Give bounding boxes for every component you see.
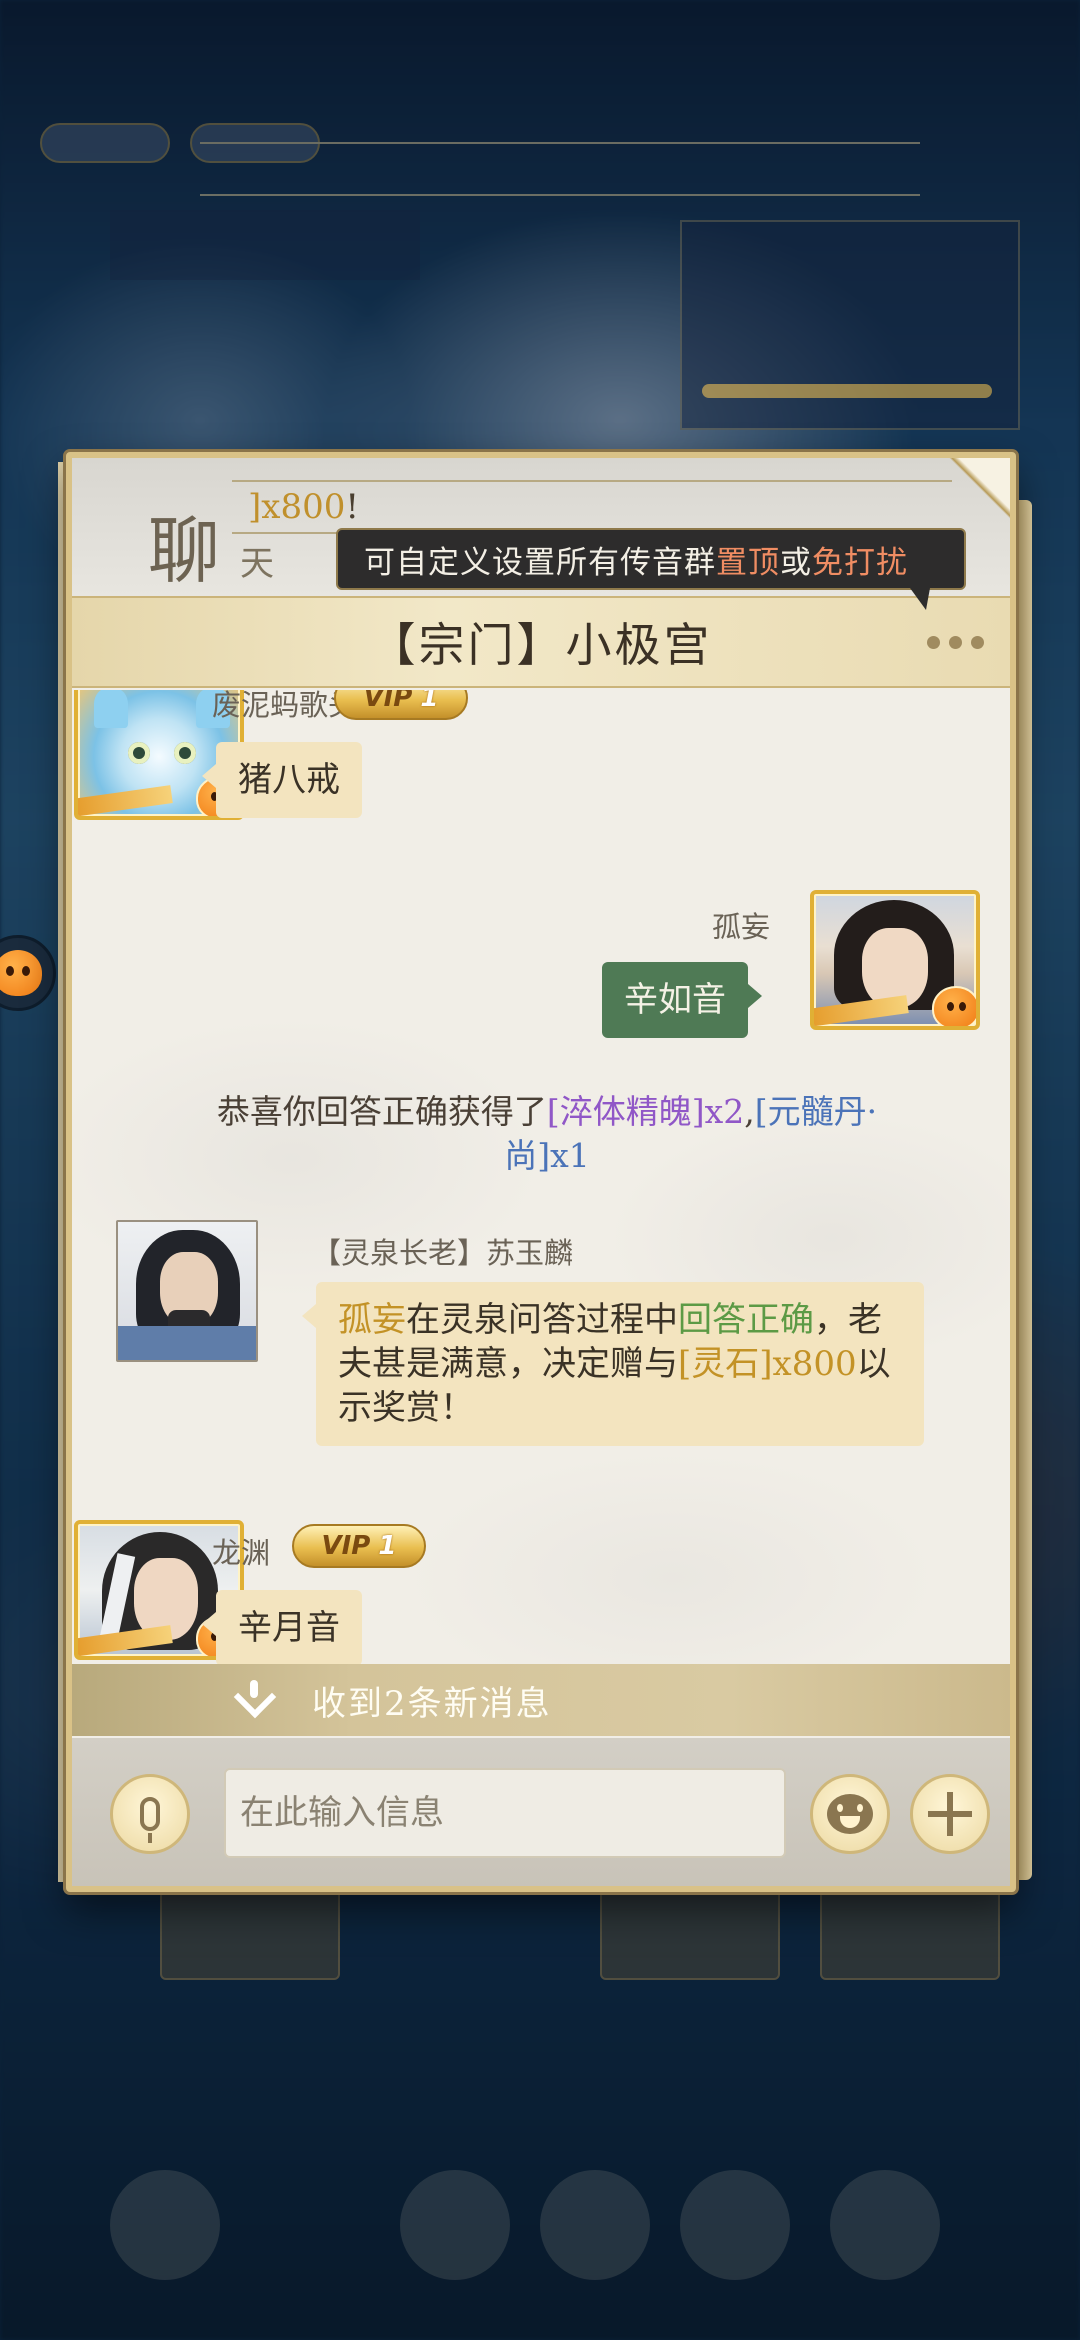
chat-bubble[interactable]: 猪八戒 bbox=[202, 742, 362, 818]
vip-label: VIP bbox=[363, 690, 413, 713]
background-nav-item bbox=[830, 2170, 940, 2280]
reward-highlight: 回答正确 bbox=[678, 1300, 814, 1340]
tooltip-highlight-pin: 置顶 bbox=[716, 544, 780, 581]
mascot-icon bbox=[932, 986, 976, 1026]
emoji-icon bbox=[827, 1794, 873, 1834]
chevron-up-icon bbox=[232, 1680, 280, 1720]
sender-name[interactable]: 【灵泉长老】苏玉麟 bbox=[312, 1230, 573, 1272]
background-nav-item bbox=[400, 2170, 510, 2280]
add-button[interactable] bbox=[910, 1774, 990, 1854]
chat-bubble[interactable]: 辛如音 bbox=[602, 962, 762, 1038]
background-topbar bbox=[40, 120, 1040, 196]
chat-bubble[interactable]: 辛月音 bbox=[202, 1590, 362, 1666]
announcement-ticker: ] x800! bbox=[232, 480, 952, 534]
ticker-lead: ] bbox=[248, 487, 262, 527]
channel-title-bar: 【宗门】小极宫 bbox=[72, 596, 1010, 688]
reward-amount: x800 bbox=[772, 1344, 857, 1384]
system-message: 恭喜你回答正确获得了[淬体精魄]x2,[元髓丹· 尚]x1 bbox=[132, 1090, 962, 1178]
panel-right-edge bbox=[1016, 500, 1032, 1880]
channel-title: 【宗门】小极宫 bbox=[369, 618, 713, 672]
vip-level: 1 bbox=[420, 690, 439, 713]
system-separator: , bbox=[744, 1092, 755, 1131]
reward-bubble[interactable]: 孤妄在灵泉问答过程中回答正确，老夫甚是满意，决定赠与[灵石]x800以示奖赏！ bbox=[302, 1282, 924, 1446]
message-input[interactable] bbox=[224, 1768, 786, 1858]
vip-badge: VIP 1 bbox=[334, 690, 468, 720]
new-messages-banner[interactable]: 收到2条新消息 bbox=[72, 1664, 1010, 1736]
sender-name[interactable]: 龙渊 bbox=[212, 1530, 270, 1572]
vip-level: 1 bbox=[378, 1531, 397, 1561]
item-link[interactable]: [淬体精魄]x2 bbox=[547, 1092, 744, 1131]
voice-button[interactable] bbox=[110, 1774, 190, 1854]
message-list[interactable]: 废泥蚂歌头 VIP 1 猪八戒 孤妄 辛如音 恭喜你回答正确获得了[淬体精魄]x2… bbox=[72, 690, 1010, 1690]
vip-badge: VIP 1 bbox=[292, 1524, 426, 1568]
background-panel-right bbox=[680, 220, 1020, 430]
item-link[interactable]: [灵石] bbox=[678, 1344, 773, 1384]
ticker-amount: x800 bbox=[261, 487, 346, 527]
page-corner-fold bbox=[946, 458, 1010, 522]
emoji-button[interactable] bbox=[810, 1774, 890, 1854]
plus-icon bbox=[928, 1792, 972, 1836]
background-nav-item bbox=[110, 2170, 220, 2280]
chat-logo-sub: 天 bbox=[240, 544, 274, 584]
mic-icon bbox=[140, 1797, 160, 1843]
background-nav-item bbox=[680, 2170, 790, 2280]
new-messages-text: 收到2条新消息 bbox=[312, 1683, 552, 1724]
avatar[interactable] bbox=[810, 890, 980, 1030]
background-button bbox=[820, 1890, 1000, 1980]
input-bar bbox=[72, 1738, 1010, 1886]
system-text: 恭喜你回答正确获得了 bbox=[216, 1092, 547, 1131]
background-nav-item bbox=[540, 2170, 650, 2280]
item-link-cont[interactable]: 尚]x1 bbox=[504, 1136, 589, 1175]
more-icon[interactable] bbox=[920, 622, 990, 662]
reward-text: 在灵泉问答过程中 bbox=[406, 1300, 678, 1340]
background-button bbox=[160, 1890, 340, 1980]
player-name[interactable]: 孤妄 bbox=[338, 1300, 406, 1340]
chat-logo: 聊 bbox=[148, 509, 223, 593]
background-panel-left bbox=[110, 210, 420, 280]
ticker-tail: ! bbox=[345, 487, 360, 527]
mascot-icon bbox=[0, 950, 42, 996]
avatar[interactable] bbox=[116, 1220, 258, 1362]
vip-label: VIP bbox=[321, 1531, 371, 1561]
tooltip-text-or: 或 bbox=[780, 544, 812, 581]
settings-tooltip[interactable]: 可自定义设置所有传音群 置顶或免打扰 bbox=[336, 528, 966, 610]
tooltip-highlight-mute: 免打扰 bbox=[812, 544, 908, 581]
item-link[interactable]: [元髓丹· bbox=[755, 1092, 877, 1131]
tooltip-text: 可自定义设置所有传音群 bbox=[364, 544, 716, 581]
background-button bbox=[600, 1890, 780, 1980]
sender-name[interactable]: 孤妄 bbox=[712, 904, 770, 946]
chat-panel: 聊 天 ] x800! 可自定义设置所有传音群 置顶或免打扰 【宗门】小极宫 废泥蚂… bbox=[66, 452, 1016, 1892]
